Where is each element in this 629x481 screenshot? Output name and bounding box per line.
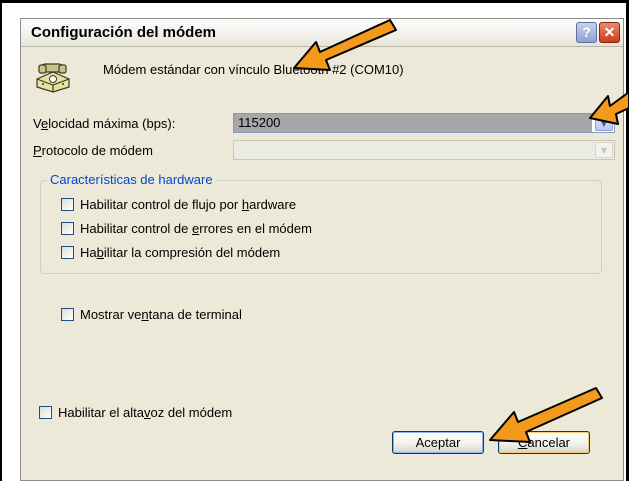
- max-speed-label-pre: V: [33, 116, 41, 131]
- flow-control-label-accesskey: h: [241, 197, 250, 212]
- chevron-down-icon[interactable]: ▼: [595, 115, 613, 131]
- compression-checkbox[interactable]: [61, 246, 74, 259]
- modem-phone-icon: [36, 63, 70, 93]
- terminal-window-option[interactable]: Mostrar ventana de terminal: [61, 307, 242, 322]
- compression-label-accesskey: b: [96, 245, 104, 260]
- protocol-value: [234, 141, 592, 159]
- protocol-label: Protocolo de módem: [33, 143, 153, 158]
- error-control-checkbox[interactable]: [61, 222, 74, 235]
- cancel-label-post: ancelar: [527, 435, 571, 450]
- terminal-window-label-accesskey: n: [141, 307, 149, 322]
- flow-control-checkbox[interactable]: [61, 198, 74, 211]
- cancel-label-accesskey: C: [517, 435, 528, 450]
- close-button[interactable]: ✕: [599, 22, 620, 43]
- cancel-button[interactable]: Cancelar: [498, 431, 590, 454]
- protocol-select[interactable]: ▼: [233, 140, 615, 160]
- compression-option[interactable]: Habilitar la compresión del módem: [61, 245, 280, 260]
- compression-label-pre: Ha: [80, 245, 97, 260]
- flow-control-label: Habilitar control de flujo por hardware: [80, 197, 296, 212]
- terminal-window-checkbox[interactable]: [61, 308, 74, 321]
- speaker-label-pre: Habilitar el alta: [58, 405, 144, 420]
- speaker-option[interactable]: Habilitar el altavoz del módem: [39, 405, 232, 420]
- modem-name: Módem estándar con vínculo Bluetooth #2 …: [103, 62, 404, 77]
- protocol-label-accesskey: P: [33, 143, 42, 158]
- flow-control-option[interactable]: Habilitar control de flujo por hardware: [61, 197, 296, 212]
- max-speed-label-post: locidad máxima (bps):: [48, 116, 176, 131]
- error-control-label-post: rrores en el módem: [199, 221, 312, 236]
- accept-button[interactable]: Aceptar: [392, 431, 484, 454]
- protocol-label-post: rotocolo de módem: [41, 143, 153, 158]
- dialog-title: Configuración del módem: [31, 24, 217, 41]
- terminal-window-label-pre: Mostrar ve: [80, 307, 142, 322]
- compression-label-post: ilitar la compresión del módem: [103, 245, 281, 260]
- terminal-window-label-post: tana de terminal: [148, 307, 242, 322]
- chevron-down-icon[interactable]: ▼: [595, 142, 613, 158]
- error-control-label-pre: Habilitar control de: [80, 221, 192, 236]
- terminal-window-label: Mostrar ventana de terminal: [80, 307, 242, 322]
- hardware-features-legend: Características de hardware: [47, 172, 216, 187]
- compression-label: Habilitar la compresión del módem: [80, 245, 280, 260]
- error-control-option[interactable]: Habilitar control de errores en el módem: [61, 221, 312, 236]
- help-button[interactable]: ?: [576, 22, 597, 43]
- max-speed-value: 115200: [234, 114, 592, 132]
- speaker-label-post: oz del módem: [150, 405, 233, 420]
- flow-control-label-pre: Habilitar control de flujo por: [80, 197, 242, 212]
- modem-settings-dialog: Configuración del módem ? ✕ Módem estánd…: [20, 18, 624, 481]
- max-speed-select[interactable]: 115200 ▼: [233, 113, 615, 133]
- max-speed-label: Velocidad máxima (bps):: [33, 116, 175, 131]
- flow-control-label-post: ardware: [249, 197, 297, 212]
- error-control-label: Habilitar control de errores en el módem: [80, 221, 312, 236]
- speaker-checkbox[interactable]: [39, 406, 52, 419]
- title-bar[interactable]: Configuración del módem ? ✕: [21, 19, 623, 47]
- speaker-label: Habilitar el altavoz del módem: [58, 405, 232, 420]
